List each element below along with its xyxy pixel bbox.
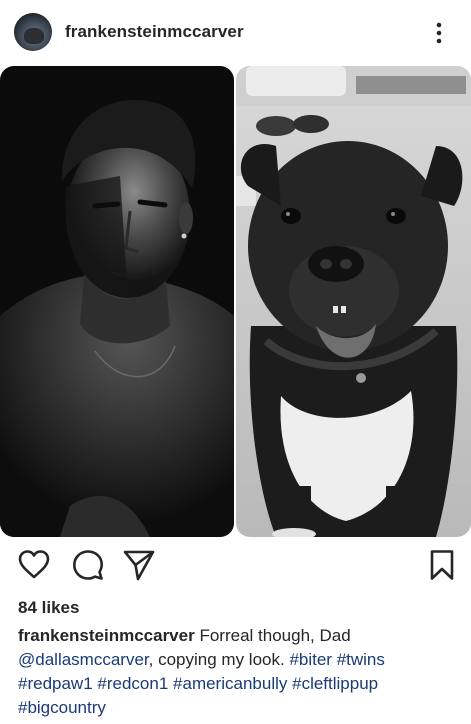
profile-avatar[interactable] — [14, 13, 52, 51]
hashtag-link[interactable]: #biter — [289, 650, 332, 669]
photo-portrait-man — [0, 66, 234, 537]
hashtag-link[interactable]: #bigcountry — [18, 698, 106, 717]
caption-username[interactable]: frankensteinmccarver — [18, 626, 195, 645]
send-icon[interactable] — [122, 548, 156, 582]
hashtag-link[interactable]: #cleftlippup — [292, 674, 378, 693]
post-photo[interactable] — [0, 66, 471, 537]
post-actions-bar — [0, 548, 471, 588]
caption-text: , copying my look. — [148, 650, 285, 669]
more-options-icon[interactable] — [430, 20, 448, 46]
post-username[interactable]: frankensteinmccarver — [65, 22, 244, 42]
heart-icon[interactable] — [17, 548, 51, 582]
caption-mention[interactable]: @dallasmccarver — [18, 650, 149, 669]
hashtag-link[interactable]: #redpaw1 — [18, 674, 93, 693]
hashtag-link[interactable]: #americanbully — [173, 674, 287, 693]
post-caption: frankensteinmccarver Forreal though, Dad… — [18, 624, 458, 720]
comment-icon[interactable] — [71, 548, 105, 582]
photo-bulldog — [236, 66, 471, 537]
hashtag-link[interactable]: #twins — [337, 650, 385, 669]
likes-count[interactable]: 84 likes — [18, 598, 79, 618]
hashtag-link[interactable]: #redcon1 — [97, 674, 168, 693]
post-header: frankensteinmccarver — [0, 0, 471, 66]
bookmark-icon[interactable] — [425, 548, 459, 582]
caption-text: Forreal though, Dad — [199, 626, 351, 645]
